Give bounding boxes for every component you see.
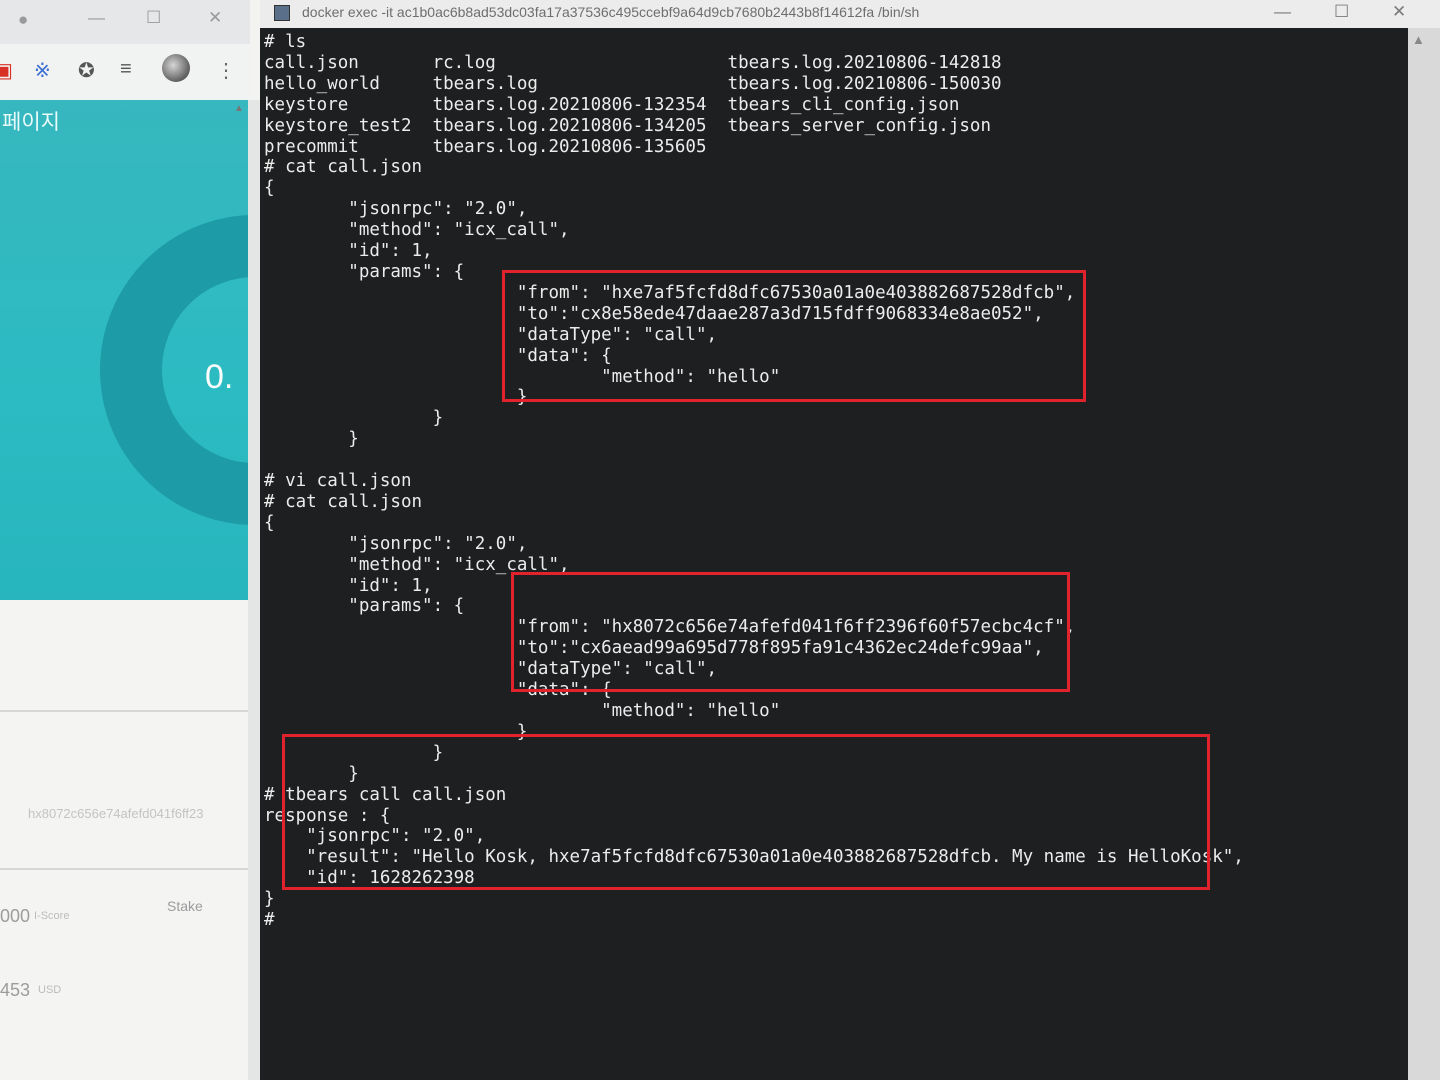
scroll-up-icon[interactable]: ▲ <box>1412 32 1425 47</box>
maximize-icon[interactable]: ☐ <box>146 8 161 28</box>
divider <box>0 868 255 870</box>
terminal-line: "method": "hello" <box>264 701 781 721</box>
browser-window: ● — ☐ ✕ ▣ ※ ✪ ≡ ⋮ 페이지 0. hx8072c656e74af… <box>0 0 268 1080</box>
puzzle-extensions-icon[interactable]: ✪ <box>78 58 95 83</box>
media-controls-icon[interactable]: ≡ <box>120 58 132 81</box>
wallet-address[interactable]: hx8072c656e74afefd041f6ff23 <box>28 806 203 821</box>
terminal-line: # cat call.json <box>264 157 423 178</box>
highlight-box-params-2 <box>511 572 1070 692</box>
close-icon[interactable]: ✕ <box>208 8 222 28</box>
iscore-unit: I-Score <box>34 910 70 922</box>
terminal-line: } <box>264 408 444 429</box>
minimize-icon[interactable]: — <box>1274 2 1291 22</box>
terminal-titlebar: docker exec -it ac1b0ac6b8ad53dc03fa17a3… <box>260 0 1440 28</box>
iscore-amount: 000 <box>0 906 31 926</box>
terminal-line: keystore_test2 tbears.log.20210806-13420… <box>264 115 991 136</box>
terminal-window: docker exec -it ac1b0ac6b8ad53dc03fa17a3… <box>260 0 1440 1080</box>
balance-value: 0. <box>205 358 234 396</box>
terminal-line: "jsonrpc": "2.0", <box>264 199 528 220</box>
scroll-up-icon[interactable]: ▲ <box>234 103 244 114</box>
terminal-line: # ls <box>264 32 307 52</box>
stake-label: Stake <box>167 898 203 914</box>
wallet-details-panel <box>0 600 248 1080</box>
maximize-icon[interactable]: ☐ <box>1334 2 1349 22</box>
terminal-line: "id": 1, <box>264 241 433 262</box>
terminal-line: "method": "icx_call", <box>264 220 570 241</box>
terminal-line: hello_world tbears.log tbears.log.202108… <box>264 73 1002 94</box>
usd-unit: USD <box>38 984 62 996</box>
terminal-line: { <box>264 178 275 199</box>
terminal-line: } <box>264 429 359 450</box>
terminal-line: call.json rc.log tbears.log.20210806-142… <box>264 52 1002 73</box>
page-title: 페이지 <box>2 111 60 134</box>
terminal-line: # vi call.json <box>264 471 412 492</box>
terminal-scrollbar[interactable] <box>1408 28 1440 1080</box>
terminal-line: "jsonrpc": "2.0", <box>264 533 528 554</box>
wifi-extension-icon[interactable]: ※ <box>34 58 51 83</box>
profile-avatar[interactable] <box>162 54 190 82</box>
terminal-line: { <box>264 512 275 533</box>
terminal-title: docker exec -it ac1b0ac6b8ad53dc03fa17a3… <box>302 4 920 20</box>
terminal-line: # <box>264 910 275 931</box>
browser-titlebar: ● — ☐ ✕ <box>0 0 250 44</box>
close-icon[interactable]: ✕ <box>1392 2 1406 22</box>
usd-amount: 453 <box>0 980 31 1000</box>
terminal-line: precommit tbears.log.20210806-135605 <box>264 136 707 157</box>
highlight-box-response <box>282 734 1210 890</box>
terminal-line: # cat call.json <box>264 491 423 512</box>
highlight-box-params-1 <box>502 270 1086 402</box>
terminal-app-icon <box>274 5 290 21</box>
minimize-icon[interactable]: — <box>88 8 105 28</box>
terminal-line: keystore tbears.log.20210806-132354 tbea… <box>264 94 960 115</box>
browser-toolbar: ▣ ※ ✪ ≡ ⋮ <box>0 44 250 100</box>
browser-more-icon[interactable]: ⋮ <box>216 58 236 83</box>
terminal-line: } <box>264 889 275 910</box>
divider <box>0 710 255 712</box>
browser-menu-icon[interactable]: ● <box>18 10 28 30</box>
extension-red-icon[interactable]: ▣ <box>0 58 13 83</box>
